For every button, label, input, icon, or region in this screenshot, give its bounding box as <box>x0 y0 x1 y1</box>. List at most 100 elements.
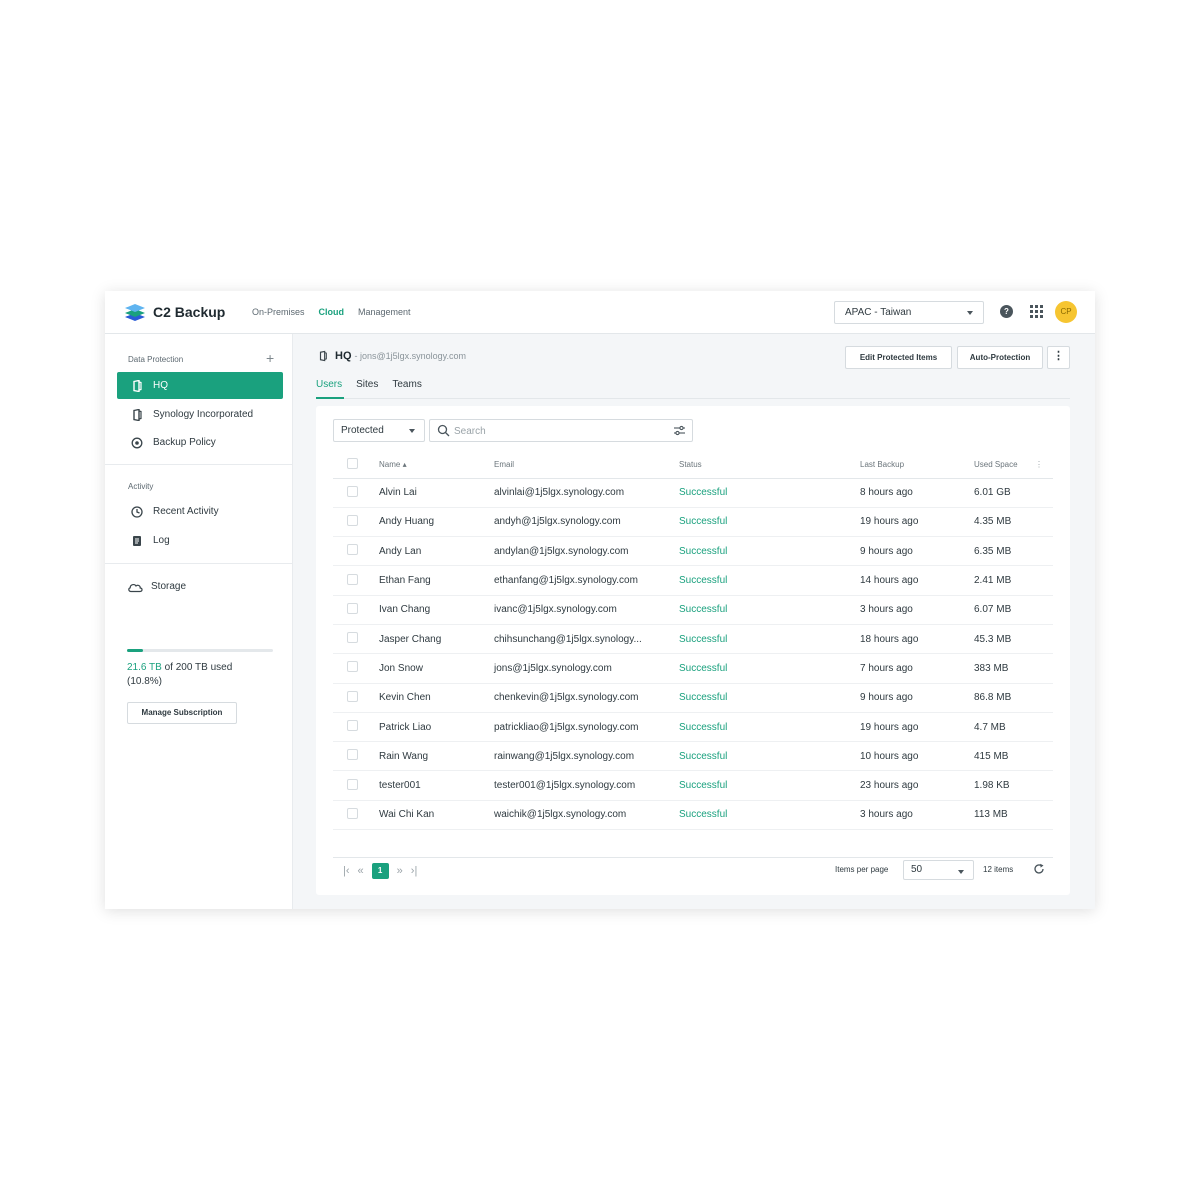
office-icon <box>319 350 327 362</box>
add-icon[interactable]: + <box>266 351 274 365</box>
status-cell: Successful <box>679 712 860 743</box>
user-email-cell: ivanc@1j5lgx.synology.com <box>494 595 679 625</box>
auto-protection-button[interactable]: Auto-Protection <box>957 346 1043 369</box>
table-row[interactable]: tester001 tester001@1j5lgx.synology.com Su… <box>333 770 1053 801</box>
edit-protected-items-button[interactable]: Edit Protected Items <box>845 346 952 369</box>
row-checkbox[interactable] <box>347 514 358 526</box>
sidebar-item-backup-policy[interactable]: Backup Policy <box>117 429 283 456</box>
row-checkbox[interactable] <box>347 778 358 790</box>
sidebar-item-log[interactable]: Log <box>117 527 283 554</box>
page-number-button[interactable]: 1 <box>371 863 389 879</box>
user-name-cell: Wai Chi Kan <box>379 800 494 831</box>
row-spacer-cell <box>1035 478 1053 508</box>
status-cell: Successful <box>679 741 860 772</box>
manage-subscription-button[interactable]: Manage Subscription <box>127 702 237 724</box>
row-spacer-cell <box>1035 653 1053 684</box>
column-header-last-backup[interactable]: Last Backup <box>860 451 974 479</box>
column-header-name[interactable]: Name ▴ <box>379 451 494 479</box>
nav-on-premises[interactable]: On-Premises <box>252 307 305 317</box>
nav-cloud[interactable]: Cloud <box>319 307 345 317</box>
row-spacer-cell <box>1035 683 1053 713</box>
row-spacer-cell <box>1035 536 1053 567</box>
nav-management[interactable]: Management <box>358 307 411 317</box>
column-header-used-space[interactable]: Used Space <box>974 451 1035 479</box>
column-options-cell: ⋮ <box>1035 451 1053 479</box>
previous-page-icon[interactable]: « <box>358 865 364 877</box>
avatar[interactable]: CP <box>1055 301 1077 323</box>
sidebar-item-recent-activity[interactable]: Recent Activity <box>117 498 283 525</box>
sidebar-item-hq[interactable]: HQ <box>117 372 283 399</box>
row-select-cell <box>333 536 379 567</box>
used-space-cell: 6.01 GB <box>974 478 1035 508</box>
row-spacer-cell <box>1035 741 1053 772</box>
region-value: APAC - Taiwan <box>845 307 912 318</box>
user-email-cell: jons@1j5lgx.synology.com <box>494 653 679 684</box>
column-header-email[interactable]: Email <box>494 451 679 479</box>
sidebar-item-label: Log <box>153 535 170 546</box>
search-input[interactable] <box>454 424 654 438</box>
tab-teams[interactable]: Teams <box>392 379 421 390</box>
status-cell: Successful <box>679 624 860 655</box>
row-select-cell <box>333 653 379 684</box>
sidebar-item-label: Recent Activity <box>153 506 219 517</box>
user-email-cell: rainwang@1j5lgx.synology.com <box>494 741 679 772</box>
protection-filter-select[interactable]: Protected <box>333 419 425 442</box>
table-row[interactable]: Kevin Chen chenkevin@1j5lgx.synology.com S… <box>333 683 1053 713</box>
tab-users[interactable]: Users <box>316 379 342 390</box>
table-row[interactable]: Jasper Chang chihsunchang@1j5lgx.synology… <box>333 624 1053 655</box>
row-checkbox[interactable] <box>347 544 358 556</box>
table-row[interactable]: Alvin Lai alvinlai@1j5lgx.synology.com Suc… <box>333 478 1053 508</box>
tab-sites[interactable]: Sites <box>356 379 378 390</box>
next-page-icon[interactable]: » <box>397 865 403 877</box>
items-per-page-value: 50 <box>911 864 923 875</box>
row-checkbox[interactable] <box>347 573 358 585</box>
row-checkbox[interactable] <box>347 661 358 673</box>
page-title: HQ - jons@1j5lgx.synology.com <box>318 350 466 362</box>
table-row[interactable]: Andy Huang andyh@1j5lgx.synology.com Succe… <box>333 507 1053 538</box>
first-page-icon[interactable]: |‹ <box>343 865 350 877</box>
refresh-icon[interactable] <box>1033 863 1045 875</box>
status-cell: Successful <box>679 770 860 801</box>
table-row[interactable]: Ivan Chang ivanc@1j5lgx.synology.com Succe… <box>333 595 1053 625</box>
table-row[interactable]: Jon Snow jons@1j5lgx.synology.com Successf… <box>333 653 1053 684</box>
sidebar: Data Protection + HQ Synology Incorporat… <box>105 334 293 909</box>
app-grid-icon[interactable] <box>1030 305 1043 318</box>
used-space-cell: 86.8 MB <box>974 683 1035 713</box>
table-row[interactable]: Wai Chi Kan waichik@1j5lgx.synology.com Su… <box>333 800 1053 831</box>
table-row[interactable]: Patrick Liao patrickliao@1j5lgx.synology.… <box>333 712 1053 743</box>
storage-usage-text: 21.6 TB of 200 TB used (10.8%) <box>127 661 277 689</box>
user-email-cell: chenkevin@1j5lgx.synology.com <box>494 683 679 713</box>
row-checkbox[interactable] <box>347 632 358 644</box>
used-space-cell: 4.7 MB <box>974 712 1035 743</box>
select-all-checkbox[interactable] <box>347 457 358 469</box>
items-per-page-select[interactable]: 50 <box>903 860 974 880</box>
column-options-icon[interactable]: ⋮ <box>1035 460 1043 469</box>
filter-settings-icon[interactable] <box>673 425 686 437</box>
user-name-cell: Ethan Fang <box>379 565 494 596</box>
row-spacer-cell <box>1035 595 1053 625</box>
table-header-row: Name ▴ Email Status Last Backup Used Spa… <box>333 451 1053 479</box>
users-table: Name ▴ Email Status Last Backup Used Spa… <box>333 451 1053 831</box>
column-header-status[interactable]: Status <box>679 451 860 479</box>
table-row[interactable]: Andy Lan andylan@1j5lgx.synology.com Succe… <box>333 536 1053 567</box>
row-checkbox[interactable] <box>347 807 358 819</box>
last-backup-cell: 3 hours ago <box>860 800 974 831</box>
table-row[interactable]: Ethan Fang ethanfang@1j5lgx.synology.com S… <box>333 565 1053 596</box>
row-checkbox[interactable] <box>347 485 358 497</box>
more-options-icon[interactable]: ⋮ <box>1047 346 1070 369</box>
row-checkbox[interactable] <box>347 602 358 614</box>
caret-down-icon <box>967 311 973 315</box>
help-icon[interactable]: ? <box>1000 305 1013 318</box>
row-checkbox[interactable] <box>347 690 358 702</box>
sidebar-item-synology-incorporated[interactable]: Synology Incorporated <box>117 401 283 428</box>
last-page-icon[interactable]: ›| <box>411 865 418 877</box>
region-select[interactable]: APAC - Taiwan <box>834 301 984 324</box>
row-select-cell <box>333 741 379 772</box>
cloud-icon <box>128 583 143 592</box>
pager-divider <box>333 857 1053 858</box>
storage-label: Storage <box>151 581 187 592</box>
row-checkbox[interactable] <box>347 720 358 732</box>
row-checkbox[interactable] <box>347 749 358 761</box>
filter-value: Protected <box>341 425 384 436</box>
table-row[interactable]: Rain Wang rainwang@1j5lgx.synology.com Suc… <box>333 741 1053 772</box>
